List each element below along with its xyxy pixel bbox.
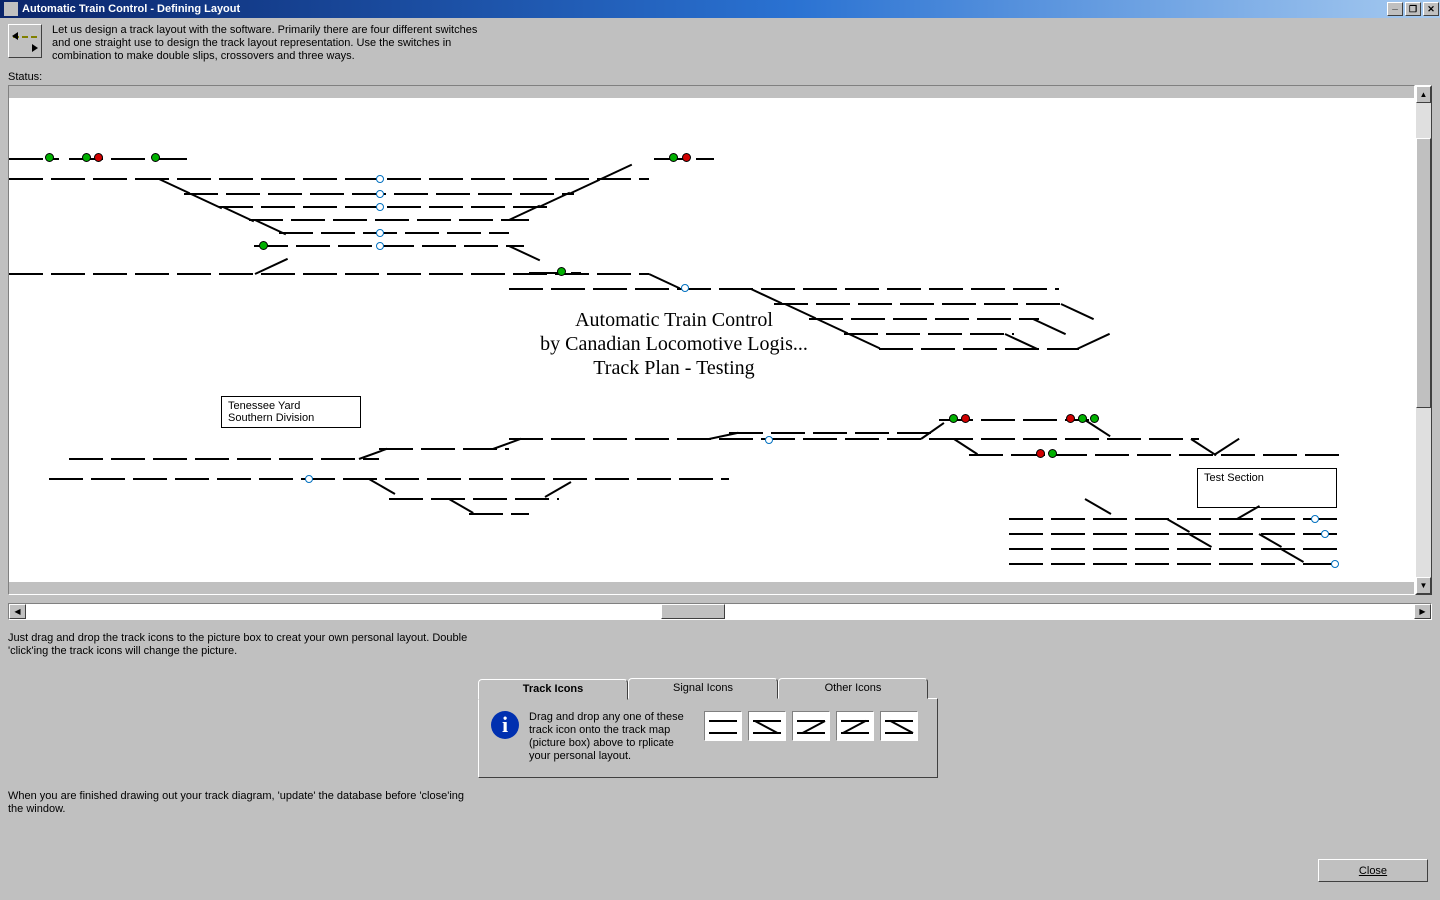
track-icon-straight[interactable]: [704, 711, 742, 741]
scroll-right-button[interactable]: ▶: [1414, 604, 1431, 619]
tab-track-icons[interactable]: Track Icons: [478, 679, 628, 700]
window-close-button[interactable]: [1423, 2, 1439, 16]
signal-red-icon: [961, 414, 970, 423]
track-map[interactable]: Automatic Train Control by Canadian Loco…: [8, 85, 1415, 595]
signal-red-icon: [94, 153, 103, 162]
titlebar: Automatic Train Control - Defining Layou…: [0, 0, 1440, 18]
hint-below-map: Just drag and drop the track icons to th…: [8, 632, 488, 658]
horizontal-scrollbar[interactable]: ◀ ▶: [8, 603, 1432, 620]
signal-green-icon: [557, 267, 566, 276]
signal-green-icon: [259, 241, 268, 250]
track-icon-switch-left-up[interactable]: [836, 711, 874, 741]
signal-red-icon: [682, 153, 691, 162]
tab-other-icons[interactable]: Other Icons: [778, 678, 928, 699]
info-icon: i: [491, 711, 519, 739]
map-title: Automatic Train Control by Canadian Loco…: [509, 308, 839, 380]
minimize-button[interactable]: [1387, 2, 1403, 16]
hint-bottom: When you are finished drawing out your t…: [8, 790, 468, 816]
close-button[interactable]: Close: [1318, 859, 1428, 882]
signal-green-icon: [1078, 414, 1087, 423]
tab-signal-icons[interactable]: Signal Icons: [628, 678, 778, 699]
restore-button[interactable]: [1405, 2, 1421, 16]
horizontal-scroll-thumb[interactable]: [661, 604, 725, 619]
signal-green-icon: [1048, 449, 1057, 458]
layout-tool-icon[interactable]: [8, 24, 42, 58]
vertical-scroll-track[interactable]: [1416, 103, 1431, 577]
track-icon-switch-left-down[interactable]: [792, 711, 830, 741]
signal-green-icon: [949, 414, 958, 423]
header-help-text: Let us design a track layout with the so…: [52, 24, 482, 63]
scroll-up-button[interactable]: ▲: [1416, 86, 1431, 103]
scroll-left-button[interactable]: ◀: [9, 604, 26, 619]
app-icon: [4, 2, 18, 16]
icon-palette: Track Icons Signal Icons Other Icons i D…: [478, 678, 938, 778]
scroll-down-button[interactable]: ▼: [1416, 577, 1431, 594]
signal-red-icon: [1066, 414, 1075, 423]
window-title: Automatic Train Control - Defining Layou…: [22, 3, 1386, 15]
track-icon-switch-right-down[interactable]: [748, 711, 786, 741]
track-icon-switch-right-up[interactable]: [880, 711, 918, 741]
signal-green-icon: [151, 153, 160, 162]
signal-green-icon: [1090, 414, 1099, 423]
vertical-scroll-thumb[interactable]: [1416, 138, 1431, 408]
horizontal-scroll-track[interactable]: [26, 604, 1414, 619]
signal-green-icon: [82, 153, 91, 162]
status-label: Status:: [8, 71, 1432, 83]
vertical-scrollbar[interactable]: ▲ ▼: [1415, 85, 1432, 595]
tab-help-text: Drag and drop any one of these track ico…: [529, 711, 694, 763]
signal-green-icon: [669, 153, 678, 162]
close-button-label-rest: lose: [1367, 865, 1387, 877]
signal-green-icon: [45, 153, 54, 162]
map-label-test: Test Section: [1197, 468, 1337, 508]
map-label-yard: Tenessee Yard Southern Division: [221, 396, 361, 428]
signal-red-icon: [1036, 449, 1045, 458]
